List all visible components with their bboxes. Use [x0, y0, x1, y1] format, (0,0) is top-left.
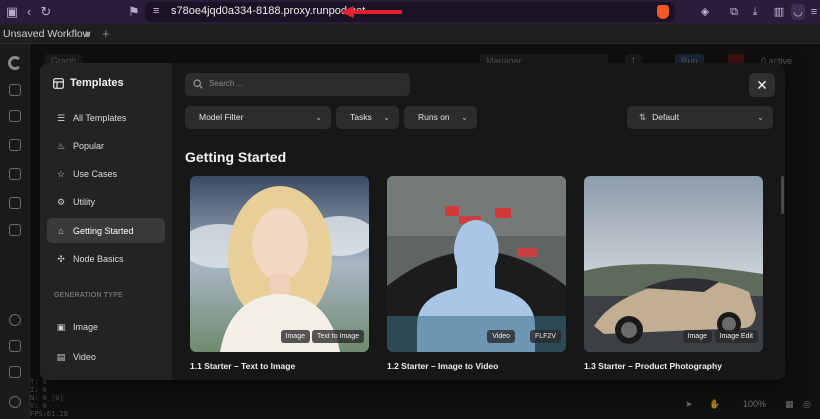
nodes-icon: ✣	[57, 253, 65, 264]
url-text[interactable]: s78oe4jqd0a334-8188.proxy.runpod.net	[171, 5, 365, 17]
workflow-icon[interactable]	[9, 168, 21, 180]
film-icon: ▤	[56, 351, 66, 362]
gear-icon: ⚙	[56, 196, 66, 207]
filter-label: Runs on	[418, 112, 450, 122]
flame-icon: ♨	[56, 140, 66, 151]
filter-label: Model Filter	[199, 112, 244, 122]
workflow-tab[interactable]: Unsaved Workflow	[3, 28, 90, 40]
card-tag: Image	[280, 330, 310, 343]
new-tab-button[interactable]: +	[102, 26, 110, 41]
template-card[interactable]: Image Image Edit	[584, 176, 763, 352]
card-tag: Text to Image	[311, 330, 364, 343]
template-card[interactable]: Image Text to Image	[190, 176, 369, 352]
sort-icon: ⇅	[639, 112, 647, 122]
nav-label: Getting Started	[73, 225, 134, 236]
templates-icon[interactable]	[9, 197, 21, 209]
filter-label: Default	[652, 112, 680, 122]
image-icon: ▣	[56, 321, 66, 332]
close-button[interactable]: ✕	[749, 73, 775, 97]
bottom-panel-icon[interactable]	[9, 366, 21, 378]
generation-type-heading: GENERATION TYPE	[54, 292, 123, 299]
car-thumbnail	[584, 176, 763, 352]
nav-label: Image	[73, 321, 99, 332]
templates-icon	[53, 77, 64, 89]
model-icon[interactable]	[9, 110, 21, 122]
modal-title-text: Templates	[70, 77, 124, 89]
search-icon	[193, 79, 203, 89]
templates-sidebar: Templates ☰ All Templates ♨ Popular ☆ Us…	[40, 63, 172, 380]
nav-label: Video	[73, 351, 96, 362]
template-card[interactable]: Video FLF2V	[387, 176, 566, 352]
runs-on-dropdown[interactable]: Runs on ⌄	[404, 106, 477, 129]
graduation-cap-icon: ⌂	[58, 225, 64, 236]
model-filter-dropdown[interactable]: Model Filter ⌄	[185, 106, 331, 129]
card-tag: FLF2V	[529, 330, 561, 343]
nav-utility[interactable]: ⚙ Utility	[47, 189, 165, 214]
reload-icon[interactable]: ↻	[38, 4, 54, 20]
browser-toolbar: ▣ ‹ ↻ ⚑ ≡ s78oe4jqd0a334-8188.proxy.runp…	[0, 0, 820, 24]
card-title[interactable]: 1.1 Starter – Text to Image	[190, 361, 295, 371]
vpn-icon[interactable]: ◈	[697, 4, 713, 20]
nav-label: All Templates	[73, 112, 127, 123]
nav-node-basics[interactable]: ✣ Node Basics	[47, 246, 165, 271]
image-library-icon[interactable]	[9, 84, 21, 96]
card-tag: Image Edit	[714, 330, 758, 343]
red-annotation-arrow-icon	[340, 6, 402, 18]
nav-label: Use Cases	[73, 168, 118, 179]
settings-icon[interactable]	[9, 396, 21, 408]
card-title[interactable]: 1.3 Starter – Product Photography	[584, 361, 722, 371]
sidebar-toggle-icon[interactable]: ▣	[4, 4, 20, 20]
section-heading: Getting Started	[185, 149, 287, 165]
workflow-tabbar: Unsaved Workflow +	[0, 24, 820, 44]
address-bar[interactable]: ≡ s78oe4jqd0a334-8188.proxy.runpod.net	[145, 2, 675, 22]
chevron-down-icon: ⌄	[461, 113, 468, 122]
search-placeholder: Search ...	[209, 79, 244, 88]
silhouette-thumbnail	[387, 176, 566, 352]
logo-icon	[8, 56, 22, 70]
nav-use-cases[interactable]: ☆ Use Cases	[47, 161, 165, 186]
help-icon[interactable]	[9, 314, 21, 326]
card-tag: Image	[682, 330, 712, 343]
portrait-thumbnail	[190, 176, 369, 352]
chevron-down-icon: ⌄	[757, 113, 764, 122]
brave-shield-icon[interactable]	[657, 5, 669, 19]
nav-label: Popular	[73, 140, 105, 151]
nav-all-templates[interactable]: ☰ All Templates	[47, 105, 165, 130]
search-input[interactable]: Search ...	[185, 73, 410, 96]
unsaved-dot	[85, 32, 90, 37]
extensions-icon[interactable]: ⧉	[726, 4, 742, 20]
terminal-icon[interactable]	[9, 340, 21, 352]
downloads-icon[interactable]: ⤓	[747, 4, 763, 20]
nav-label: Utility	[73, 196, 95, 207]
chevron-down-icon: ⌄	[383, 113, 390, 122]
chevron-down-icon: ⌄	[315, 113, 322, 122]
app-sidebar	[0, 44, 30, 419]
star-icon: ☆	[56, 168, 66, 179]
profile-icon[interactable]: ◡	[791, 4, 805, 20]
nav-popular[interactable]: ♨ Popular	[47, 133, 165, 158]
scrollbar[interactable]	[781, 176, 784, 214]
list-icon: ☰	[56, 112, 66, 123]
back-icon[interactable]: ‹	[21, 4, 37, 20]
card-tag: Video	[487, 330, 515, 343]
nav-label: Node Basics	[73, 253, 124, 264]
site-settings-icon[interactable]: ≡	[153, 5, 159, 17]
nav-image[interactable]: ▣ Image	[47, 314, 165, 339]
templates-modal: Templates ☰ All Templates ♨ Popular ☆ Us…	[40, 63, 785, 380]
card-title[interactable]: 1.2 Starter – Image to Video	[387, 361, 498, 371]
bookmark-icon[interactable]: ⚑	[126, 4, 142, 20]
close-icon: ✕	[756, 77, 768, 93]
modal-title: Templates	[53, 77, 124, 89]
nav-getting-started[interactable]: ⌂ Getting Started	[47, 218, 165, 243]
tasks-dropdown[interactable]: Tasks ⌄	[336, 106, 399, 129]
node-library-icon[interactable]	[9, 139, 21, 151]
templates-content: Search ... ✕ Model Filter ⌄ Tasks ⌄ Runs…	[172, 63, 785, 380]
nav-video[interactable]: ▤ Video	[47, 344, 165, 369]
sort-dropdown[interactable]: ⇅ Default ⌄	[627, 106, 773, 129]
queue-icon[interactable]	[9, 224, 21, 236]
menu-icon[interactable]: ≡	[806, 4, 820, 20]
filter-label: Tasks	[350, 112, 372, 122]
sidebar-icon[interactable]: ▥	[771, 4, 787, 20]
